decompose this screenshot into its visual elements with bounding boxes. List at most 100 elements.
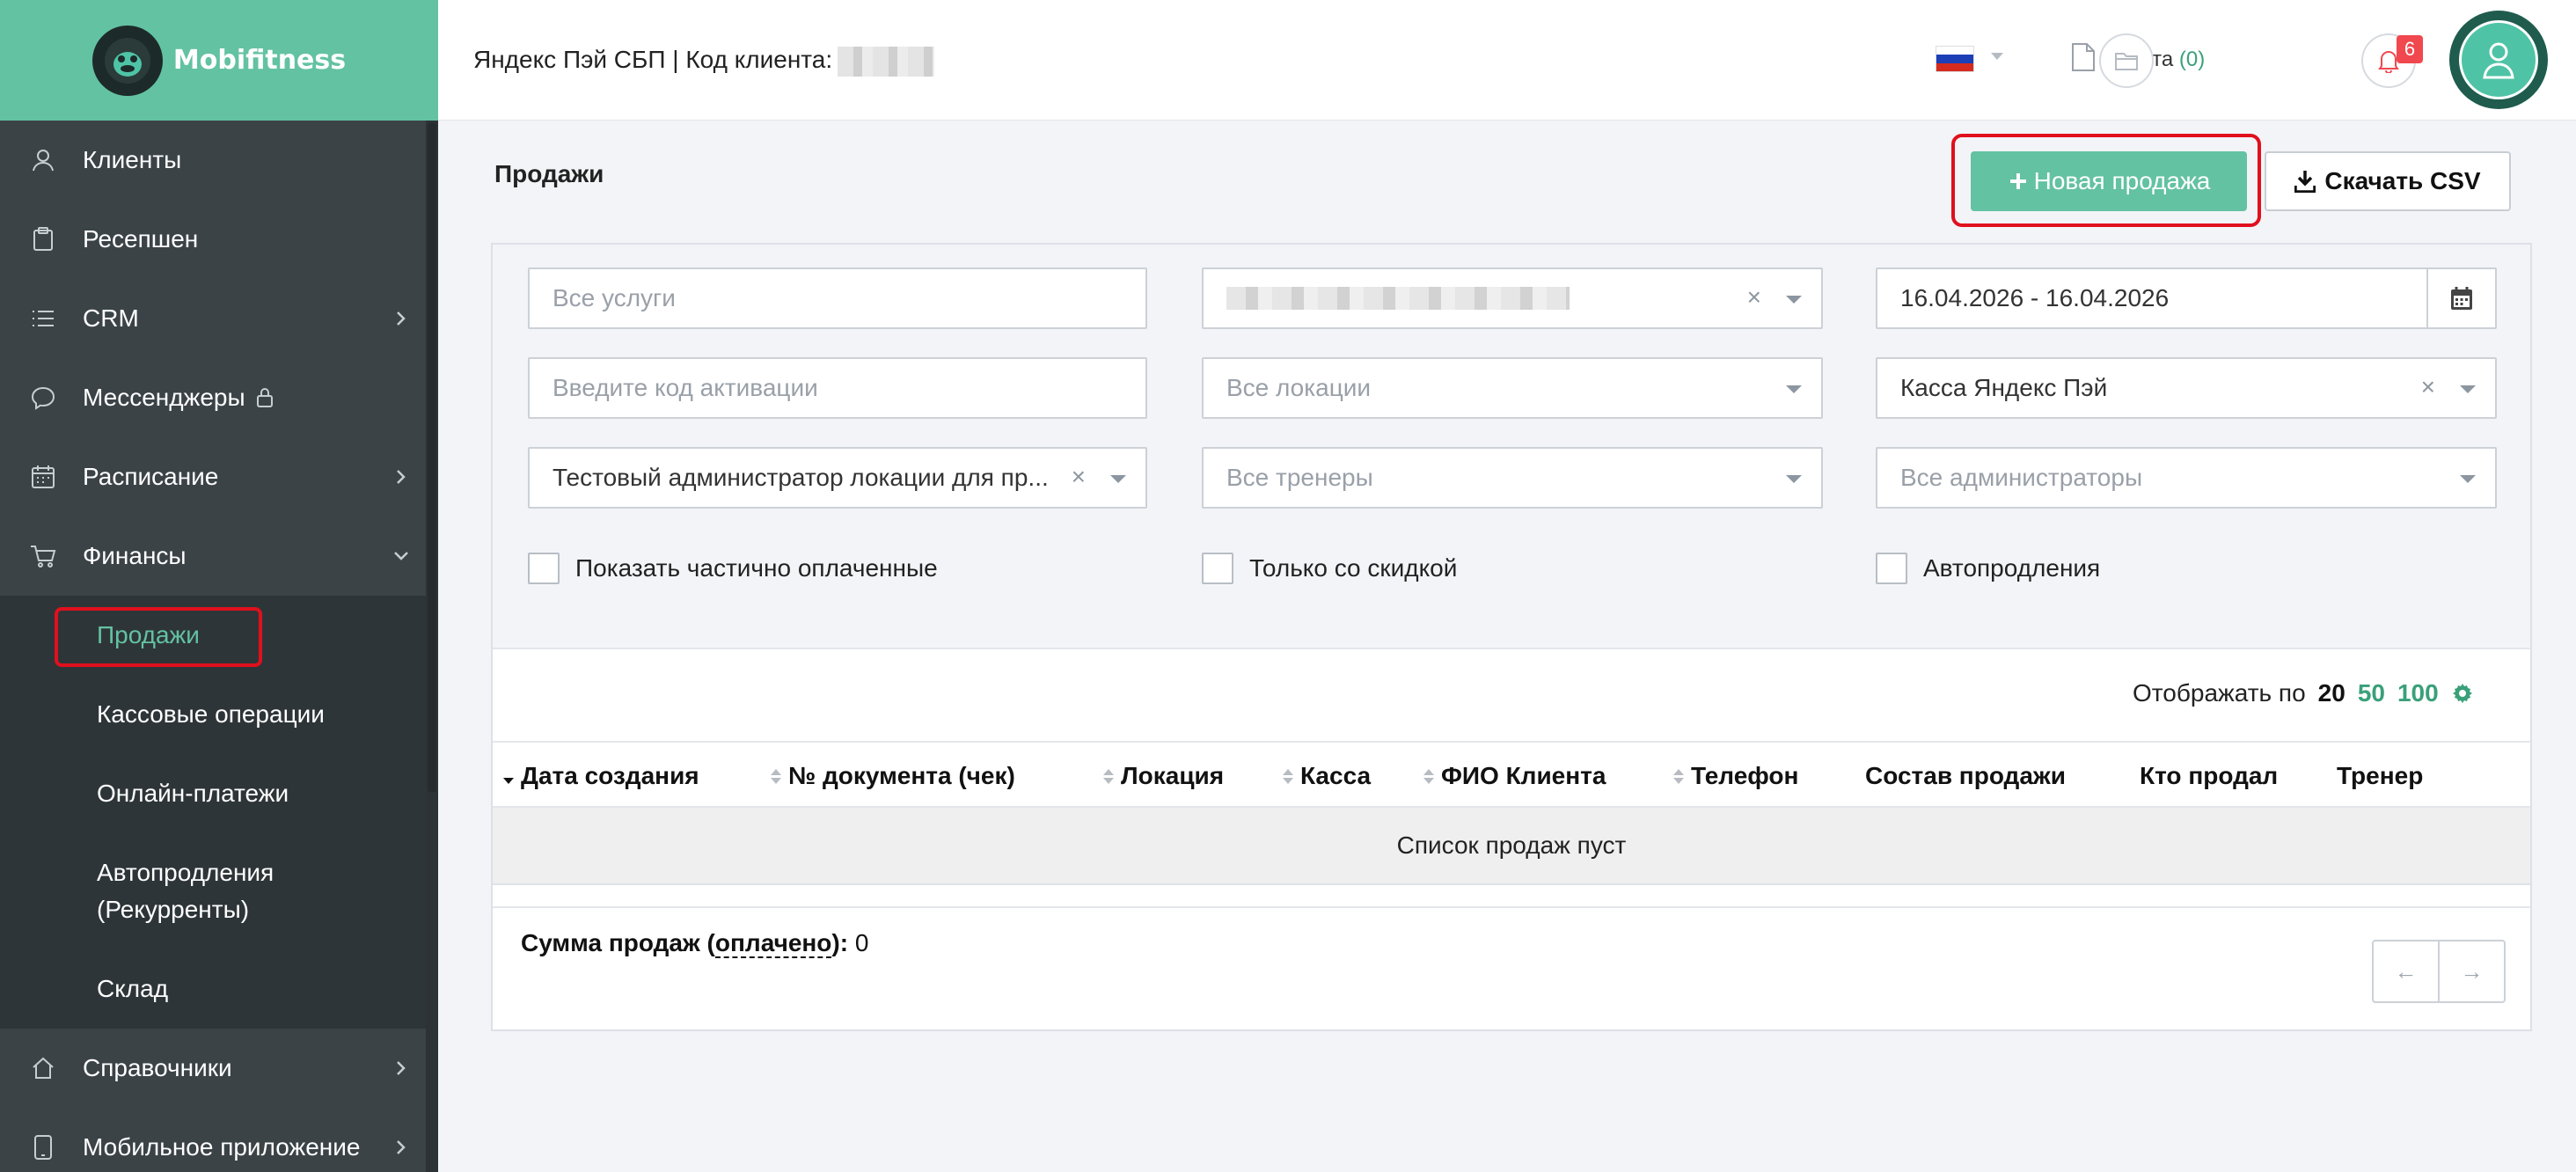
- sidebar-subitem-autorenewals[interactable]: Автопродления (Рекурренты): [0, 833, 426, 949]
- dropdown-caret-icon[interactable]: [1110, 475, 1126, 483]
- column-phone[interactable]: Телефон: [1673, 762, 1798, 790]
- dropdown-caret-icon[interactable]: [2460, 385, 2476, 393]
- autorenew-checkbox[interactable]: [1876, 553, 1907, 584]
- download-csv-button[interactable]: Скачать CSV: [2265, 151, 2511, 211]
- column-sale-content: Состав продажи: [1865, 762, 2066, 790]
- user-icon: [30, 147, 56, 173]
- services-filter[interactable]: Все услуги: [528, 267, 1147, 329]
- plus-icon: [2009, 173, 2026, 189]
- calendar-icon: [30, 464, 56, 490]
- home-icon: [30, 1055, 56, 1081]
- sidebar-subitem-cash-operations[interactable]: Кассовые операции: [0, 675, 426, 754]
- partial-paid-checkbox[interactable]: [528, 553, 560, 584]
- sort-icon: [1423, 768, 1434, 784]
- next-page-button[interactable]: →: [2438, 941, 2504, 1001]
- location-admin-filter[interactable]: Тестовый администратор локации для пр...…: [528, 447, 1147, 509]
- folder-button[interactable]: [2099, 33, 2154, 88]
- clipboard-icon: [30, 226, 56, 253]
- profile-icon: [2459, 20, 2538, 99]
- partial-paid-label: Показать частично оплаченные: [575, 554, 938, 582]
- sidebar-scroll-thumb[interactable]: [428, 123, 436, 792]
- sidebar-item-messengers[interactable]: Мессенджеры: [0, 358, 426, 437]
- column-label: Локация: [1121, 762, 1225, 789]
- services-placeholder: Все услуги: [553, 284, 676, 311]
- column-sold-by: Кто продал: [2140, 762, 2278, 790]
- per-page-50[interactable]: 50: [2358, 679, 2385, 707]
- sidebar-item-directories[interactable]: Справочники: [0, 1029, 426, 1108]
- per-page-100[interactable]: 100: [2397, 679, 2439, 707]
- locations-filter[interactable]: Все локации: [1202, 357, 1823, 419]
- column-label: Кто продал: [2140, 762, 2279, 789]
- date-range-field[interactable]: 16.04.2026 - 16.04.2026: [1876, 267, 2497, 329]
- column-cashbox[interactable]: Касса: [1283, 762, 1371, 790]
- sum-prefix: Сумма продаж (: [521, 929, 715, 956]
- chevron-down-icon[interactable]: [1990, 49, 2004, 65]
- cashbox-filter[interactable]: Касса Яндекс Пэй ×: [1876, 357, 2497, 419]
- discount-only-label: Только со скидкой: [1249, 554, 1458, 582]
- user-avatar[interactable]: [2449, 11, 2548, 109]
- sum-paid-link[interactable]: оплачено: [714, 929, 832, 958]
- clear-icon[interactable]: ×: [1072, 463, 1086, 491]
- clear-icon[interactable]: ×: [1747, 283, 1761, 311]
- calendar-icon: [2451, 287, 2472, 310]
- dropdown-caret-icon[interactable]: [1786, 385, 1802, 393]
- column-document-number[interactable]: № документа (чек): [771, 762, 1015, 790]
- column-label: Состав продажи: [1865, 762, 2066, 789]
- chat-icon: [30, 385, 56, 411]
- dropdown-caret-icon[interactable]: [1786, 296, 1802, 304]
- sidebar-subitem-online-payments[interactable]: Онлайн-платежи: [0, 754, 426, 833]
- admins-filter[interactable]: Все администраторы: [1876, 447, 2497, 509]
- column-label: Дата создания: [521, 762, 699, 789]
- trainers-filter[interactable]: Все тренеры: [1202, 447, 1823, 509]
- table-header: Дата создания № документа (чек) Локация …: [493, 741, 2530, 808]
- sidebar-item-clients[interactable]: Клиенты: [0, 121, 426, 200]
- per-page-selector: Отображать по 20 50 100: [2133, 679, 2474, 707]
- bills-count: (0): [2178, 48, 2206, 71]
- ru-flag-icon[interactable]: [1936, 46, 1974, 72]
- sidebar-item-label: Клиенты: [83, 146, 182, 173]
- column-created-date[interactable]: Дата создания: [503, 762, 699, 790]
- sidebar-item-reception[interactable]: Ресепшен: [0, 200, 426, 279]
- folder-icon: [2115, 53, 2138, 70]
- column-client-name[interactable]: ФИО Клиента: [1423, 762, 1606, 790]
- page-title: Продажи: [494, 160, 604, 187]
- client-filter[interactable]: ×: [1202, 267, 1823, 329]
- chevron-right-icon: [389, 1056, 413, 1080]
- dropdown-caret-icon[interactable]: [2460, 475, 2476, 483]
- sort-icon: [1103, 768, 1114, 784]
- column-trainer: Тренер: [2337, 762, 2423, 790]
- empty-table-message: Список продаж пуст: [493, 808, 2530, 885]
- gear-icon[interactable]: [2451, 682, 2474, 705]
- calendar-button[interactable]: [2426, 269, 2495, 327]
- date-range-value: 16.04.2026 - 16.04.2026: [1900, 284, 2170, 311]
- top-header: Яндекс Пэй СБП | Код клиента: Счета (0) …: [438, 0, 2576, 121]
- sidebar-item-label: CRM: [83, 304, 139, 332]
- brand[interactable]: Mobifitness: [0, 0, 438, 121]
- dropdown-caret-icon[interactable]: [1786, 475, 1802, 483]
- sidebar-item-finance[interactable]: Финансы: [0, 516, 426, 596]
- sidebar-item-schedule[interactable]: Расписание: [0, 437, 426, 516]
- chevron-down-icon: [389, 544, 413, 568]
- sidebar-item-crm[interactable]: CRM: [0, 279, 426, 358]
- chevron-right-icon: [389, 306, 413, 331]
- table-footer: Сумма продаж (оплачено): 0 ← →: [493, 906, 2530, 1029]
- sidebar: Mobifitness Клиенты Ресепшен CRM Мессенд…: [0, 0, 438, 1172]
- sidebar-item-label: Финансы: [83, 542, 187, 569]
- header-title: Яндекс Пэй СБП | Код клиента:: [473, 46, 935, 77]
- prev-page-button[interactable]: ←: [2374, 941, 2438, 1001]
- activation-code-input[interactable]: Введите код активации: [528, 357, 1147, 419]
- phone-icon: [30, 1134, 56, 1161]
- new-sale-button[interactable]: Новая продажа: [1971, 151, 2247, 211]
- sort-icon: [771, 768, 781, 784]
- download-icon: [2294, 171, 2316, 193]
- sidebar-subitem-warehouse[interactable]: Склад: [0, 949, 426, 1029]
- clear-icon[interactable]: ×: [2421, 373, 2435, 401]
- per-page-20[interactable]: 20: [2318, 679, 2345, 707]
- document-icon[interactable]: [2071, 42, 2096, 77]
- lock-icon: [256, 387, 274, 408]
- column-location[interactable]: Локация: [1103, 762, 1224, 790]
- sidebar-item-mobile-app[interactable]: Мобильное приложение: [0, 1108, 426, 1172]
- sales-highlight-frame: [55, 607, 262, 667]
- discount-only-checkbox[interactable]: [1202, 553, 1233, 584]
- pagination: ← →: [2372, 940, 2506, 1003]
